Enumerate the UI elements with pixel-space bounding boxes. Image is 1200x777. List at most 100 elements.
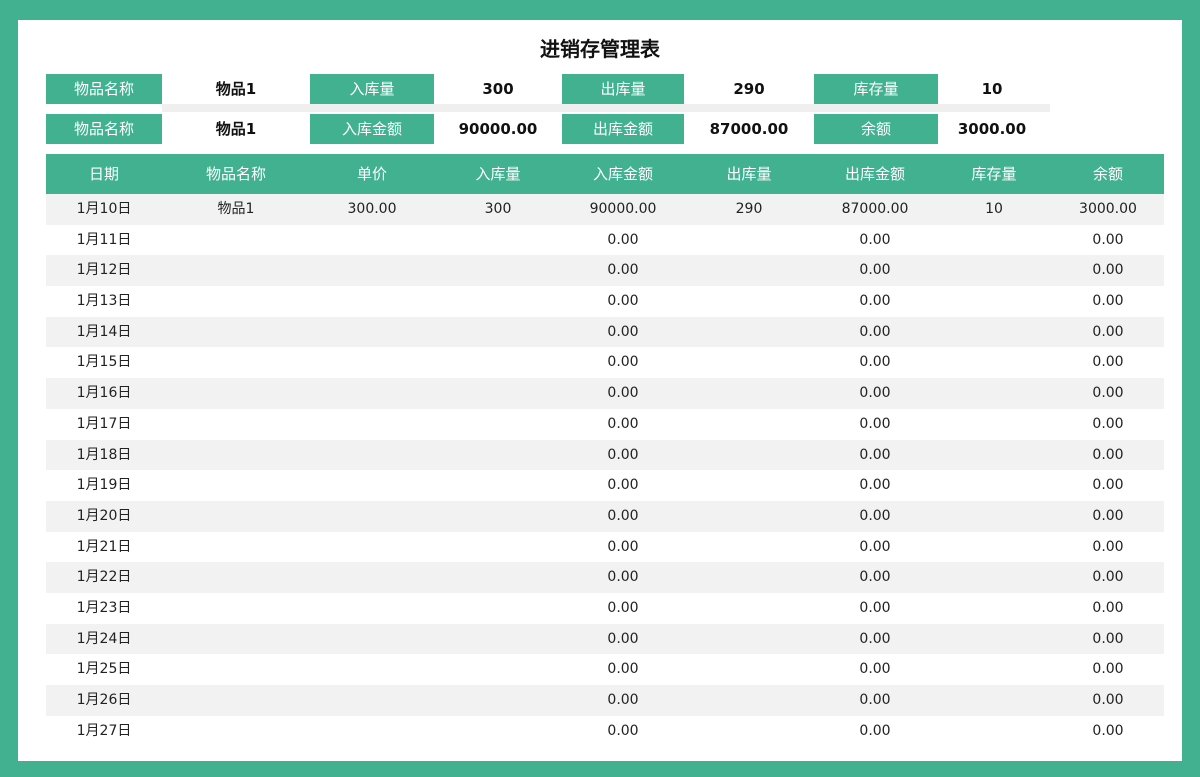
cell-out-amount[interactable]: 0.00 <box>814 225 936 256</box>
cell-date[interactable]: 1月22日 <box>46 562 162 593</box>
cell-item-name[interactable] <box>162 317 310 348</box>
cell-stock[interactable] <box>936 654 1052 685</box>
cell-in-qty[interactable] <box>434 593 562 624</box>
cell-in-amount[interactable]: 0.00 <box>562 562 684 593</box>
cell-out-amount[interactable]: 0.00 <box>814 409 936 440</box>
cell-in-qty[interactable]: 300 <box>434 194 562 225</box>
cell-balance[interactable]: 0.00 <box>1052 470 1164 501</box>
cell-unit-price[interactable]: 300.00 <box>310 194 434 225</box>
cell-in-qty[interactable] <box>434 255 562 286</box>
cell-balance[interactable]: 0.00 <box>1052 685 1164 716</box>
cell-in-amount[interactable]: 0.00 <box>562 440 684 471</box>
cell-out-amount[interactable]: 87000.00 <box>814 194 936 225</box>
cell-out-qty[interactable] <box>684 440 814 471</box>
cell-balance[interactable]: 3000.00 <box>1052 194 1164 225</box>
cell-in-amount[interactable]: 0.00 <box>562 347 684 378</box>
cell-in-amount[interactable]: 0.00 <box>562 317 684 348</box>
cell-unit-price[interactable] <box>310 685 434 716</box>
cell-out-amount[interactable]: 0.00 <box>814 685 936 716</box>
cell-item-name[interactable] <box>162 685 310 716</box>
cell-unit-price[interactable] <box>310 378 434 409</box>
cell-in-qty[interactable] <box>434 440 562 471</box>
cell-unit-price[interactable] <box>310 440 434 471</box>
cell-unit-price[interactable] <box>310 593 434 624</box>
cell-date[interactable]: 1月10日 <box>46 194 162 225</box>
cell-date[interactable]: 1月18日 <box>46 440 162 471</box>
cell-date[interactable]: 1月27日 <box>46 716 162 747</box>
cell-in-qty[interactable] <box>434 225 562 256</box>
cell-unit-price[interactable] <box>310 470 434 501</box>
cell-balance[interactable]: 0.00 <box>1052 654 1164 685</box>
cell-item-name[interactable] <box>162 255 310 286</box>
cell-in-amount[interactable]: 0.00 <box>562 532 684 563</box>
item-name-value[interactable]: 物品1 <box>162 114 310 144</box>
cell-in-qty[interactable] <box>434 654 562 685</box>
cell-item-name[interactable] <box>162 347 310 378</box>
cell-out-amount[interactable]: 0.00 <box>814 347 936 378</box>
cell-balance[interactable]: 0.00 <box>1052 593 1164 624</box>
cell-in-qty[interactable] <box>434 532 562 563</box>
cell-date[interactable]: 1月19日 <box>46 470 162 501</box>
cell-stock[interactable] <box>936 470 1052 501</box>
cell-in-qty[interactable] <box>434 624 562 655</box>
cell-stock[interactable] <box>936 624 1052 655</box>
cell-date[interactable]: 1月14日 <box>46 317 162 348</box>
cell-out-amount[interactable]: 0.00 <box>814 286 936 317</box>
cell-item-name[interactable] <box>162 562 310 593</box>
cell-out-amount[interactable]: 0.00 <box>814 440 936 471</box>
cell-balance[interactable]: 0.00 <box>1052 347 1164 378</box>
cell-balance[interactable]: 0.00 <box>1052 225 1164 256</box>
cell-in-qty[interactable] <box>434 501 562 532</box>
cell-item-name[interactable] <box>162 378 310 409</box>
cell-in-amount[interactable]: 0.00 <box>562 378 684 409</box>
cell-stock[interactable] <box>936 378 1052 409</box>
out-qty-value[interactable]: 290 <box>684 74 814 104</box>
cell-item-name[interactable] <box>162 440 310 471</box>
cell-in-amount[interactable]: 90000.00 <box>562 194 684 225</box>
cell-balance[interactable]: 0.00 <box>1052 624 1164 655</box>
cell-stock[interactable]: 10 <box>936 194 1052 225</box>
cell-out-qty[interactable]: 290 <box>684 194 814 225</box>
cell-item-name[interactable]: 物品1 <box>162 194 310 225</box>
cell-date[interactable]: 1月15日 <box>46 347 162 378</box>
cell-out-qty[interactable] <box>684 593 814 624</box>
cell-unit-price[interactable] <box>310 225 434 256</box>
cell-out-amount[interactable]: 0.00 <box>814 562 936 593</box>
cell-stock[interactable] <box>936 562 1052 593</box>
cell-unit-price[interactable] <box>310 654 434 685</box>
cell-unit-price[interactable] <box>310 562 434 593</box>
cell-unit-price[interactable] <box>310 286 434 317</box>
cell-out-amount[interactable]: 0.00 <box>814 378 936 409</box>
cell-balance[interactable]: 0.00 <box>1052 440 1164 471</box>
cell-in-qty[interactable] <box>434 409 562 440</box>
cell-date[interactable]: 1月24日 <box>46 624 162 655</box>
cell-out-amount[interactable]: 0.00 <box>814 624 936 655</box>
cell-out-qty[interactable] <box>684 225 814 256</box>
cell-in-qty[interactable] <box>434 562 562 593</box>
cell-date[interactable]: 1月12日 <box>46 255 162 286</box>
cell-out-qty[interactable] <box>684 470 814 501</box>
cell-balance[interactable]: 0.00 <box>1052 532 1164 563</box>
cell-stock[interactable] <box>936 440 1052 471</box>
cell-in-amount[interactable]: 0.00 <box>562 286 684 317</box>
cell-in-amount[interactable]: 0.00 <box>562 225 684 256</box>
cell-in-amount[interactable]: 0.00 <box>562 685 684 716</box>
cell-unit-price[interactable] <box>310 347 434 378</box>
cell-balance[interactable]: 0.00 <box>1052 378 1164 409</box>
cell-date[interactable]: 1月16日 <box>46 378 162 409</box>
cell-balance[interactable]: 0.00 <box>1052 501 1164 532</box>
cell-in-qty[interactable] <box>434 317 562 348</box>
cell-in-amount[interactable]: 0.00 <box>562 255 684 286</box>
out-amount-value[interactable]: 87000.00 <box>684 114 814 144</box>
cell-stock[interactable] <box>936 593 1052 624</box>
cell-in-qty[interactable] <box>434 378 562 409</box>
cell-date[interactable]: 1月21日 <box>46 532 162 563</box>
cell-unit-price[interactable] <box>310 255 434 286</box>
cell-item-name[interactable] <box>162 654 310 685</box>
cell-balance[interactable]: 0.00 <box>1052 409 1164 440</box>
stock-value[interactable]: 10 <box>938 74 1046 104</box>
cell-unit-price[interactable] <box>310 716 434 747</box>
cell-date[interactable]: 1月11日 <box>46 225 162 256</box>
cell-in-qty[interactable] <box>434 716 562 747</box>
cell-stock[interactable] <box>936 716 1052 747</box>
